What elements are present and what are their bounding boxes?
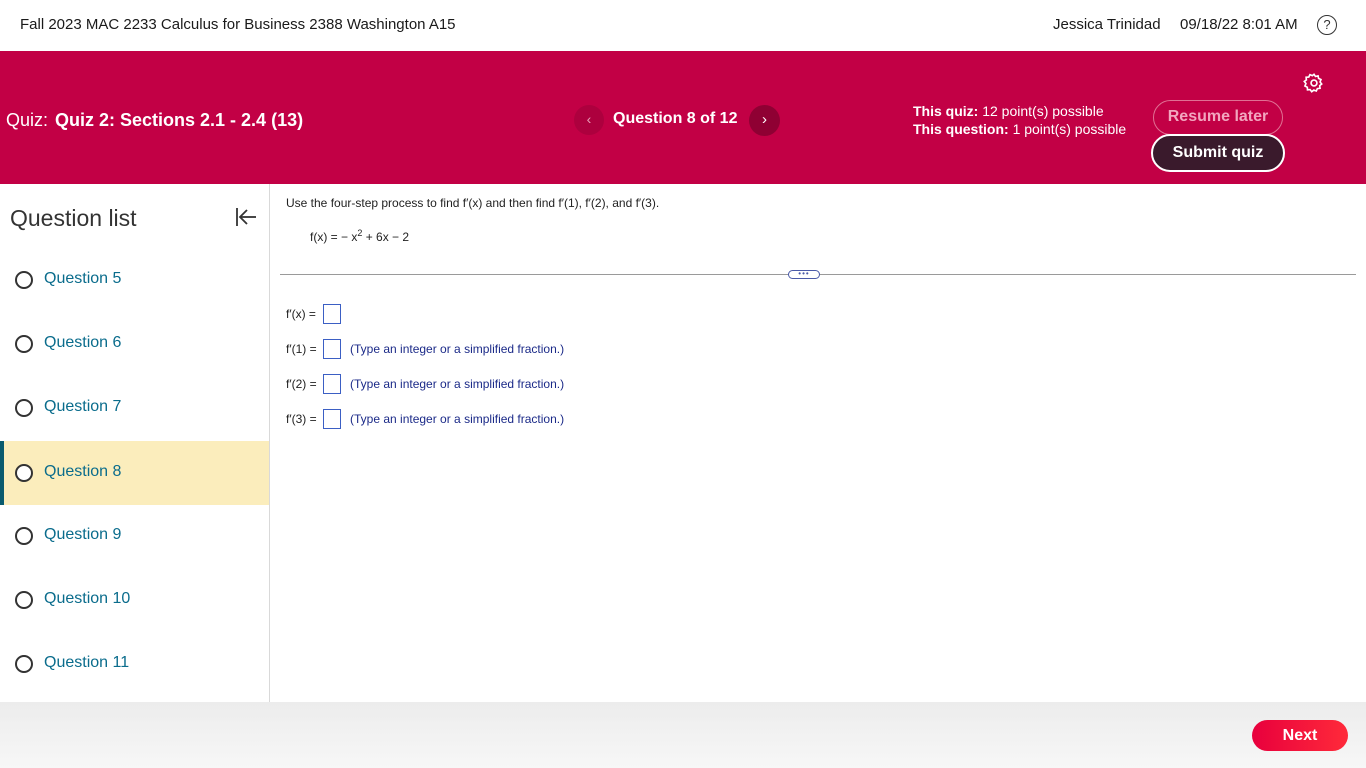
answer-label: f′(3) =: [286, 412, 317, 426]
unanswered-circle-icon: [15, 399, 33, 417]
question-instructions: Use the four-step process to find f′(x) …: [286, 196, 660, 210]
sidebar-item-label: Question 6: [44, 334, 122, 351]
sidebar-item-question-11[interactable]: Question 11: [0, 632, 269, 696]
sidebar-item-question-6[interactable]: Question 6: [0, 312, 269, 376]
answer-hint: (Type an integer or a simplified fractio…: [350, 412, 565, 426]
question-counter[interactable]: Question 8 of 12: [613, 110, 737, 128]
function-definition: f(x) = − x2 + 6x − 2: [310, 228, 409, 244]
sidebar-item-question-8[interactable]: Question 8: [0, 441, 269, 505]
chevron-left-icon[interactable]: ‹: [574, 105, 604, 135]
answer-label: f′(2) =: [286, 377, 317, 391]
chevron-right-icon[interactable]: ›: [749, 105, 780, 136]
sidebar-item-label: Question 5: [44, 270, 122, 287]
answer-label: f′(1) =: [286, 342, 317, 356]
answer-hint: (Type an integer or a simplified fractio…: [350, 377, 565, 391]
unanswered-circle-icon: [15, 464, 33, 482]
collapse-left-icon[interactable]: [234, 205, 258, 229]
unanswered-circle-icon: [15, 591, 33, 609]
sidebar-item-question-7[interactable]: Question 7: [0, 376, 269, 440]
answer-input-fprime-3[interactable]: [323, 409, 341, 429]
quiz-header: Quiz: Quiz 2: Sections 2.1 - 2.4 (13) ‹ …: [0, 51, 1366, 184]
answer-hint: (Type an integer or a simplified fractio…: [350, 342, 565, 356]
course-title: Fall 2023 MAC 2233 Calculus for Business…: [20, 16, 456, 33]
answer-row-fprime-2: f′(2) = (Type an integer or a simplified…: [286, 374, 564, 394]
help-circle-icon[interactable]: ?: [1317, 15, 1337, 35]
quiz-label: Quiz:: [6, 110, 49, 130]
divider-drag-handle[interactable]: •••: [788, 270, 820, 279]
unanswered-circle-icon: [15, 335, 33, 353]
gear-icon[interactable]: [1303, 72, 1325, 94]
unanswered-circle-icon: [15, 271, 33, 289]
answer-input-fprime-2[interactable]: [323, 374, 341, 394]
unanswered-circle-icon: [15, 655, 33, 673]
answer-row-fprime-x: f′(x) =: [286, 304, 341, 324]
sidebar-item-question-5[interactable]: Question 5: [0, 248, 269, 312]
question-list-sidebar: Question list Question 5 Question 6 Ques…: [0, 184, 270, 702]
sidebar-item-label: Question 8: [44, 463, 122, 480]
sidebar-item-label: Question 7: [44, 398, 122, 415]
quiz-name: Quiz 2: Sections 2.1 - 2.4 (13): [55, 110, 304, 130]
sidebar-item-question-9[interactable]: Question 9: [0, 504, 269, 568]
unanswered-circle-icon: [15, 527, 33, 545]
footer-bar: Next: [0, 702, 1366, 768]
sidebar-item-label: Question 9: [44, 526, 122, 543]
points-summary: This quiz: 12 point(s) possible This que…: [913, 102, 1126, 138]
quiz-points-value: 12 point(s) possible: [982, 103, 1104, 119]
resume-later-button[interactable]: Resume later: [1153, 100, 1283, 135]
datetime: 09/18/22 8:01 AM: [1180, 16, 1298, 33]
top-bar: Fall 2023 MAC 2233 Calculus for Business…: [0, 0, 1366, 51]
sidebar-title: Question list: [10, 205, 137, 231]
quiz-points-label: This quiz:: [913, 103, 979, 119]
answer-input-fprime-x[interactable]: [323, 304, 341, 324]
user-name[interactable]: Jessica Trinidad: [1053, 16, 1161, 33]
function-lhs: f(x) = − x: [310, 230, 358, 244]
answer-label: f′(x) =: [286, 307, 316, 321]
sidebar-item-question-10[interactable]: Question 10: [0, 568, 269, 632]
answer-row-fprime-3: f′(3) = (Type an integer or a simplified…: [286, 409, 564, 429]
sidebar-item-label: Question 11: [44, 654, 130, 671]
answer-row-fprime-1: f′(1) = (Type an integer or a simplified…: [286, 339, 564, 359]
question-points-label: This question:: [913, 121, 1009, 137]
answer-input-fprime-1[interactable]: [323, 339, 341, 359]
function-rest: + 6x − 2: [362, 230, 410, 244]
question-points-value: 1 point(s) possible: [1012, 121, 1127, 137]
sidebar-item-label: Question 10: [44, 590, 131, 607]
submit-quiz-button[interactable]: Submit quiz: [1151, 134, 1285, 172]
next-button[interactable]: Next: [1252, 720, 1348, 751]
